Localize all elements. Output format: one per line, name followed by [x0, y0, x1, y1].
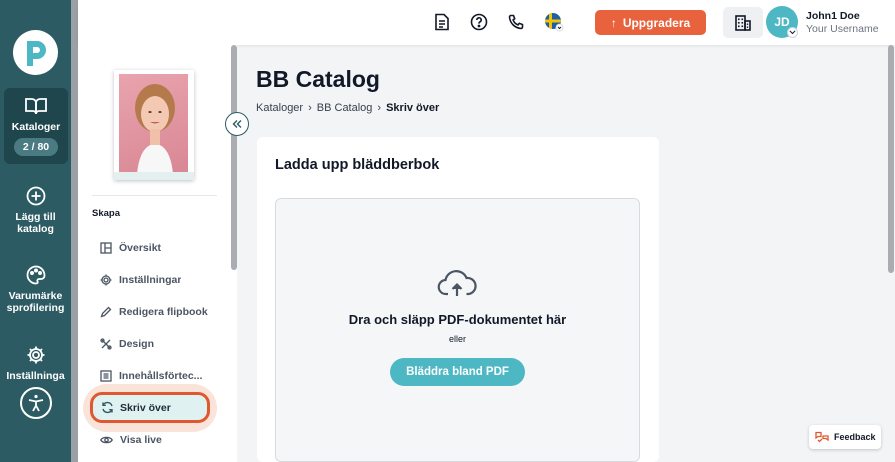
feedback-label: Feedback	[834, 432, 876, 442]
breadcrumb-separator: ›	[308, 102, 312, 114]
sidebar-divider	[92, 195, 217, 196]
breadcrumb-separator: ›	[377, 102, 382, 114]
arrow-up-icon: ↑	[610, 15, 617, 30]
breadcrumb: Kataloger › BB Catalog › Skriv över	[256, 102, 439, 114]
design-icon	[100, 338, 112, 350]
refresh-icon	[102, 401, 113, 414]
sidebar-item-design[interactable]: Design	[100, 333, 220, 355]
nav-item-label: Varumärke sprofilering	[6, 290, 65, 314]
breadcrumb-current: Skriv över	[386, 102, 440, 114]
gear-icon	[100, 274, 112, 286]
cloud-upload-icon	[437, 270, 477, 296]
chevrons-left-icon	[232, 120, 242, 128]
nav-item-label: Inställninga	[6, 370, 65, 382]
browse-pdf-button[interactable]: Bläddra bland PDF	[390, 358, 525, 386]
upgrade-label: Uppgradera	[622, 15, 691, 30]
dropzone-or: eller	[448, 334, 466, 344]
phone-icon[interactable]	[506, 12, 526, 32]
brand-logo-icon[interactable]	[13, 30, 58, 75]
help-icon[interactable]	[469, 12, 489, 32]
building-icon[interactable]	[723, 7, 763, 38]
pencil-icon	[100, 306, 112, 318]
user-name: John1 Doe	[806, 10, 860, 22]
sidebar-item-settings[interactable]: Inställningar	[100, 269, 220, 291]
book-open-icon	[25, 98, 47, 115]
sidebar-item-label: Översikt	[119, 242, 162, 254]
nav-item-branding[interactable]: Varumärke sprofilering	[0, 265, 71, 314]
sidebar-item-label: Skriv över	[120, 401, 171, 414]
layout-icon	[100, 242, 112, 254]
chevron-down-icon[interactable]	[787, 27, 798, 38]
sidebar-item-edit-flipbook[interactable]: Redigera flipbook	[100, 301, 220, 323]
list-icon	[100, 370, 112, 382]
plus-circle-icon	[26, 186, 45, 206]
main-scrollbar[interactable]	[888, 45, 894, 273]
sidebar-item-label: Design	[119, 338, 155, 350]
nav-item-add-catalog[interactable]: Lägg till katalog	[0, 186, 71, 235]
sidebar-item-label: Inställningar	[119, 274, 182, 286]
feedback-button[interactable]: Feedback	[809, 425, 881, 449]
nav-item-label: Lägg till katalog	[15, 211, 56, 235]
eye-icon	[100, 436, 113, 444]
main-navigation: Kataloger 2 / 80 Lägg till katalog Varum…	[0, 0, 71, 462]
dropzone-title: Dra och släpp PDF-dokumentet här	[348, 312, 567, 327]
accessibility-icon[interactable]	[20, 387, 52, 419]
feedback-icon	[815, 431, 829, 443]
sidebar-item-overwrite[interactable]: Skriv över	[90, 392, 210, 423]
nav-item-label: Kataloger	[11, 121, 61, 133]
nav-item-settings[interactable]: Inställninga	[0, 345, 71, 382]
upload-card-title: Ladda upp bläddberbok	[275, 157, 440, 173]
flag-sweden-icon[interactable]	[544, 12, 564, 32]
page-title: BB Catalog	[256, 66, 380, 92]
nav-item-kataloger[interactable]: Kataloger 2 / 80	[4, 88, 68, 164]
sidebar-scrollbar[interactable]	[231, 45, 237, 270]
catalog-cover-image	[119, 74, 188, 174]
thumbnail-footer	[114, 172, 194, 180]
upgrade-button[interactable]: ↑ Uppgradera	[595, 10, 706, 35]
catalog-count-badge: 2 / 80	[13, 138, 59, 156]
user-subtitle: Your Username	[806, 23, 879, 35]
palette-icon	[26, 265, 45, 285]
nav-edge	[71, 0, 78, 462]
breadcrumb-link-kataloger[interactable]: Kataloger	[256, 102, 303, 114]
sidebar-item-label: Visa live	[120, 434, 162, 446]
sidebar-item-label: Redigera flipbook	[119, 306, 208, 318]
top-header: ↑ Uppgradera JD John1 Doe Your Username	[78, 0, 895, 45]
collapse-sidebar-button[interactable]	[225, 112, 249, 136]
sidebar-section-title: Skapa	[92, 208, 120, 219]
sidebar-item-overview[interactable]: Översikt	[100, 237, 220, 259]
gear-icon	[27, 346, 44, 364]
sidebar-item-label: Innehållsförtec...	[119, 370, 203, 382]
pdf-dropzone[interactable]	[275, 198, 640, 462]
document-icon[interactable]	[432, 12, 452, 32]
breadcrumb-link-catalog[interactable]: BB Catalog	[317, 102, 373, 114]
sidebar-item-view-live[interactable]: Visa live	[100, 429, 220, 451]
